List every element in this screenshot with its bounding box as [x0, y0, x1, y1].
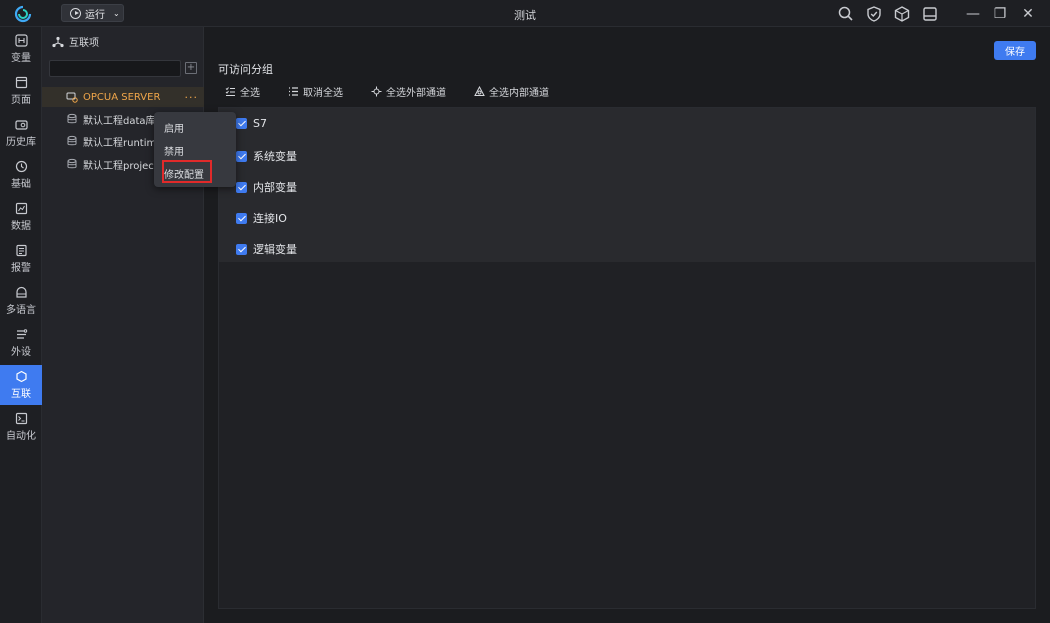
tree-header-label: 互联项: [69, 38, 99, 49]
automation-icon: [15, 412, 27, 425]
tree-header: 互联项: [52, 34, 99, 49]
select-all-label: 全选: [240, 87, 260, 99]
context-menu: 启用 禁用 修改配置: [154, 112, 236, 187]
checkbox-checked-icon[interactable]: [236, 181, 247, 193]
nav-label: 变量: [11, 53, 31, 64]
interconnect-icon: [15, 370, 27, 383]
chevron-down-icon: ⌄: [113, 8, 120, 18]
server-settings-icon: [66, 92, 78, 103]
group-label: 内部变量: [253, 181, 297, 194]
menu-item-enable[interactable]: 启用: [164, 120, 184, 135]
left-nav: 变量 页面 历史库 基础 数据 报警 多语言 外设 互联 自动化: [0, 27, 42, 623]
deselect-all-label: 取消全选: [303, 87, 343, 99]
nav-item-automation[interactable]: 自动化: [0, 407, 42, 447]
selection-toolbar: 全选 取消全选 全选外部通道 全选内部通道: [225, 84, 577, 99]
minimize-icon[interactable]: —: [963, 4, 983, 24]
nav-item-language[interactable]: 多语言: [0, 281, 42, 321]
package-icon[interactable]: [893, 5, 911, 23]
group-item-system-vars[interactable]: 系统变量: [236, 148, 297, 164]
main-content: 保存 可访问分组 全选 取消全选 全选外部通道 全选内部通道 S7 系统变量 内…: [205, 27, 1050, 623]
database-icon: [67, 113, 77, 124]
nav-label: 历史库: [6, 137, 36, 148]
select-all-button[interactable]: 全选: [225, 84, 260, 99]
group-item-connect-io[interactable]: 连接IO: [236, 210, 287, 226]
run-button[interactable]: 运行 ⌄: [61, 4, 124, 22]
checkbox-checked-icon[interactable]: [236, 243, 247, 255]
restore-icon[interactable]: ❐: [990, 4, 1010, 24]
nav-label: 自动化: [6, 431, 36, 442]
tree-search-input[interactable]: [49, 60, 181, 77]
network-icon: [52, 36, 64, 47]
tree-item-label: OPCUA SERVER: [83, 91, 161, 103]
group-item-logic-vars[interactable]: 逻辑变量: [236, 241, 297, 257]
nav-label: 多语言: [6, 305, 36, 316]
checkbox-checked-icon[interactable]: [236, 118, 247, 129]
nav-label: 基础: [11, 179, 31, 190]
checkbox-checked-icon[interactable]: [236, 150, 247, 162]
database-icon: [67, 135, 77, 146]
nav-item-page[interactable]: 页面: [0, 71, 42, 111]
database-icon: [67, 158, 77, 169]
title-bar: 运行 ⌄ 测试 — ❐ ✕: [0, 0, 1050, 27]
variable-icon: [14, 34, 28, 47]
select-internal-label: 全选内部通道: [489, 87, 549, 99]
nav-item-data[interactable]: 数据: [0, 197, 42, 237]
app-logo-icon: [14, 5, 32, 23]
data-icon: [15, 202, 27, 215]
nav-label: 外设: [11, 347, 31, 358]
play-icon: [70, 7, 81, 19]
alarm-icon: [15, 244, 27, 257]
history-db-icon: [14, 120, 28, 130]
nav-item-interconnect[interactable]: 互联: [0, 365, 42, 405]
app-window: 运行 ⌄ 测试 — ❐ ✕ 变量 页面 历史库 基础 数据 报警 多语言 外设 …: [0, 0, 1050, 623]
triangle-nodes-icon: [474, 85, 485, 96]
nav-item-basic[interactable]: 基础: [0, 155, 42, 195]
save-button[interactable]: 保存: [994, 41, 1036, 60]
nav-label: 页面: [11, 95, 31, 106]
nav-item-alarm[interactable]: 报警: [0, 239, 42, 279]
nav-label: 数据: [11, 221, 31, 232]
nav-label: 互联: [11, 389, 31, 400]
group-list: S7 系统变量 内部变量 连接IO 逻辑变量: [219, 108, 1035, 262]
shield-check-icon[interactable]: [865, 5, 883, 23]
group-list-panel: S7 系统变量 内部变量 连接IO 逻辑变量: [218, 107, 1036, 609]
nav-label: 报警: [11, 263, 31, 274]
language-icon: [15, 286, 27, 298]
tree-item-label: 默认工程project: [83, 160, 158, 172]
list-icon: [289, 86, 298, 96]
menu-item-disable[interactable]: 禁用: [164, 143, 184, 158]
select-external-label: 全选外部通道: [386, 87, 446, 99]
run-label: 运行: [85, 9, 105, 21]
tree-item-opcua-server[interactable]: OPCUA SERVER ···: [42, 87, 204, 107]
nav-item-history-db[interactable]: 历史库: [0, 113, 42, 153]
select-external-channels-button[interactable]: 全选外部通道: [371, 84, 446, 99]
tree-item-label: 默认工程data库: [83, 115, 156, 127]
more-options-icon[interactable]: ···: [185, 91, 199, 104]
search-icon[interactable]: [837, 5, 855, 23]
group-item-internal-vars[interactable]: 内部变量: [236, 179, 297, 195]
crosshair-icon: [371, 86, 382, 96]
group-item-s7[interactable]: S7: [236, 117, 267, 130]
group-label: S7: [253, 117, 267, 130]
section-title: 可访问分组: [218, 63, 273, 76]
nav-item-peripheral[interactable]: 外设: [0, 323, 42, 363]
checklist-icon: [225, 86, 235, 96]
group-label: 逻辑变量: [253, 243, 297, 256]
layout-panel-icon[interactable]: [921, 5, 939, 23]
highlight-box: [162, 160, 212, 183]
tree-item-label: 默认工程runtim: [83, 137, 157, 149]
page-icon: [15, 76, 27, 89]
add-item-icon[interactable]: +: [185, 62, 197, 74]
close-icon[interactable]: ✕: [1018, 4, 1038, 24]
select-internal-channels-button[interactable]: 全选内部通道: [474, 84, 549, 99]
peripheral-icon: [16, 329, 27, 339]
deselect-all-button[interactable]: 取消全选: [288, 84, 343, 99]
checkbox-checked-icon[interactable]: [236, 212, 247, 224]
group-label: 连接IO: [253, 212, 287, 225]
nav-item-variable[interactable]: 变量: [0, 29, 42, 69]
group-label: 系统变量: [253, 150, 297, 163]
basic-icon: [15, 160, 27, 173]
